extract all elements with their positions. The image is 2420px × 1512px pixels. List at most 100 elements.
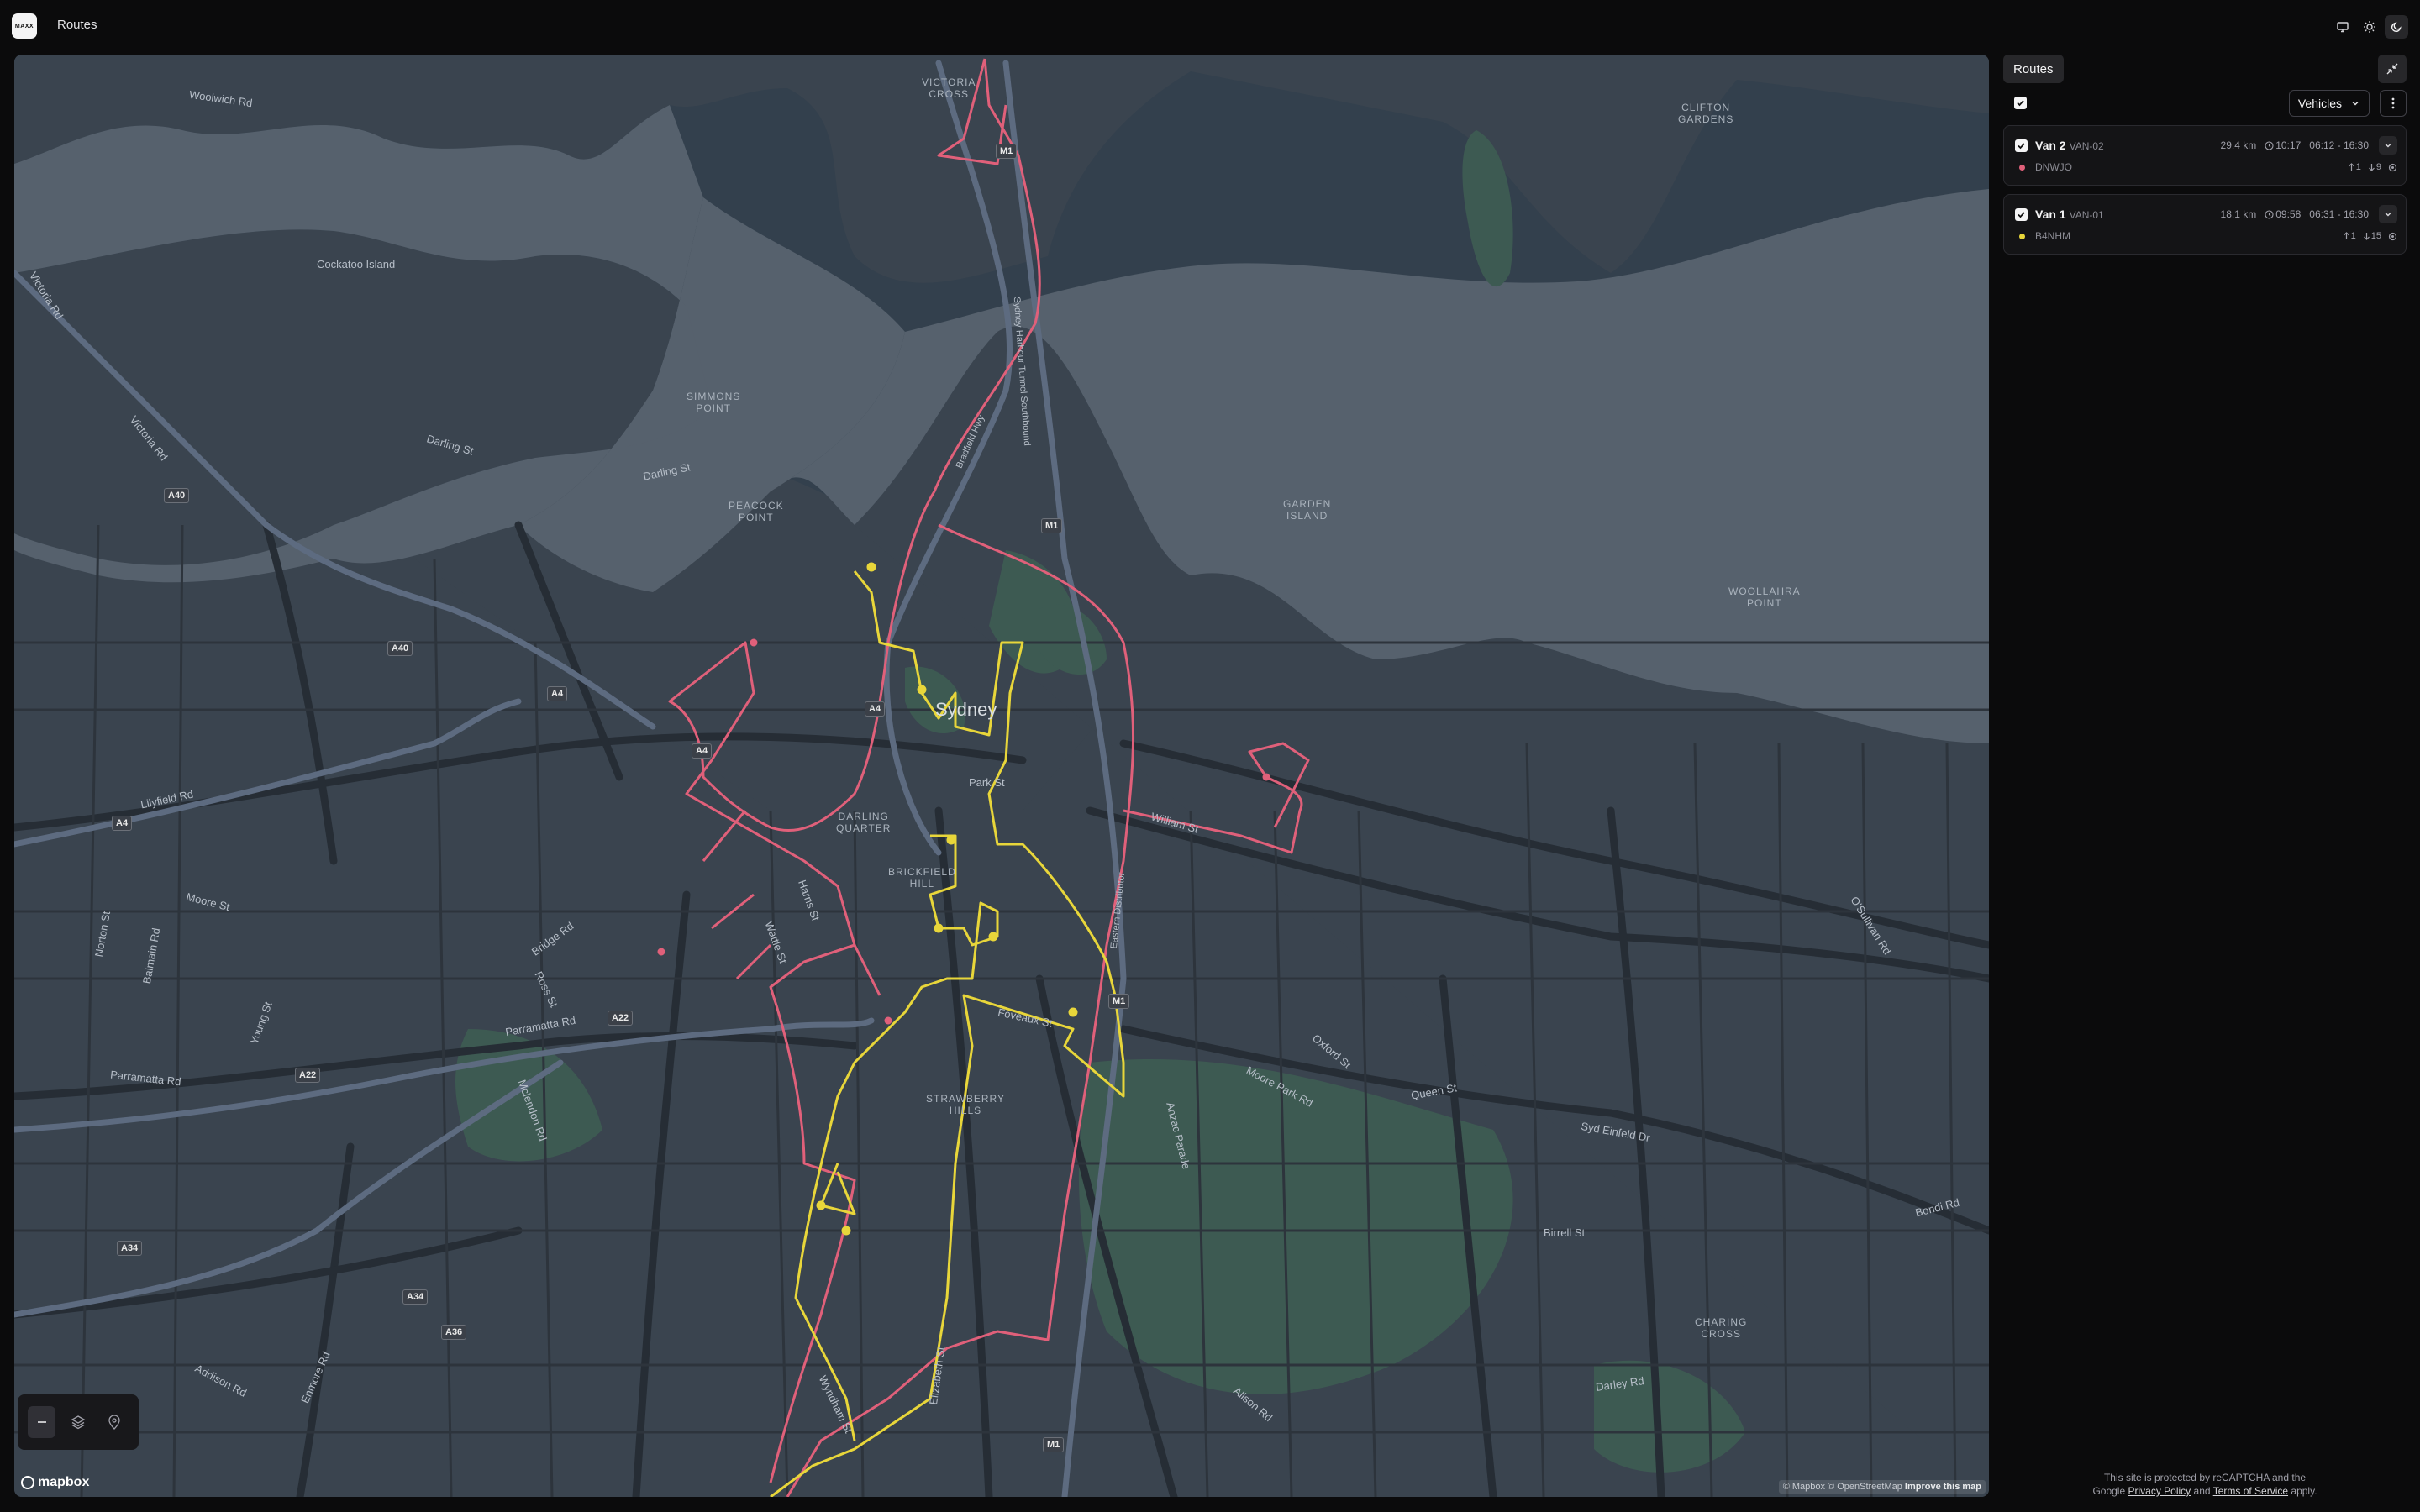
arrow-up-icon <box>2343 232 2349 239</box>
terms-of-service-link[interactable]: Terms of Service <box>2213 1485 2288 1497</box>
attribution-text: © Mapbox © OpenStreetMap <box>1782 1482 1902 1492</box>
route-time-window: 06:31 - 16:30 <box>2309 208 2369 220</box>
route-color-dot <box>2019 165 2025 171</box>
improve-map-link[interactable]: Improve this map <box>1905 1482 1981 1492</box>
route-duration: 09:58 <box>2265 208 2301 220</box>
route-name-text: Van 2 <box>2035 139 2066 152</box>
check-icon <box>2017 100 2024 107</box>
pickup-count-text: 1 <box>2355 162 2361 172</box>
mapbox-wordmark: mapbox <box>38 1475 90 1489</box>
app-logo[interactable]: MAXX <box>12 13 37 39</box>
map-label-garden-island: GARDEN ISLAND <box>1283 498 1332 522</box>
privacy-policy-link[interactable]: Privacy Policy <box>2128 1485 2191 1497</box>
theme-switcher <box>2331 15 2408 39</box>
route-code: VAN-01 <box>2069 209 2104 221</box>
map-label-cockatoo-island: Cockatoo Island <box>317 258 396 270</box>
route-stats: 18.1 km 09:58 06:31 - 16:30 <box>2221 208 2369 220</box>
moon-icon[interactable] <box>2385 15 2408 39</box>
chevron-down-icon <box>2385 212 2391 217</box>
route-map[interactable]: VICTORIA CROSS CLIFTON GARDENS Woolwich … <box>14 55 1989 1497</box>
check-icon <box>2018 143 2025 150</box>
shield-a4: A4 <box>865 701 886 717</box>
pickup-count-text: 1 <box>2350 231 2356 241</box>
select-all-checkbox[interactable] <box>2014 97 2027 109</box>
target-icon[interactable] <box>2388 163 2397 172</box>
minimize-icon[interactable] <box>28 1406 56 1438</box>
mapbox-logo[interactable]: mapbox <box>21 1475 89 1490</box>
map-label-woollahra-point: WOOLLAHRA POINT <box>1728 585 1801 609</box>
layers-icon[interactable] <box>64 1406 92 1438</box>
vehicles-select[interactable]: Vehicles <box>2288 90 2370 117</box>
mapbox-mark-icon <box>21 1476 34 1489</box>
map-label-charing-cross: CHARING CROSS <box>1695 1316 1748 1340</box>
expand-route-button[interactable] <box>2379 136 2397 155</box>
map-label-park-st: Park St <box>969 776 1005 789</box>
route-checkbox[interactable] <box>2015 208 2028 221</box>
route-name: Van 1 VAN-01 <box>2035 207 2104 221</box>
minimize-arrows-icon <box>2386 63 2398 75</box>
map-label-birrell-st: Birrell St <box>1544 1226 1586 1239</box>
route-name-text: Van 1 <box>2035 207 2066 221</box>
sun-icon[interactable] <box>2358 15 2381 39</box>
shield-a4: A4 <box>547 686 568 701</box>
routes-panel: Routes Vehicles Van 2 VAN-02 29.4 km 10:1… <box>2003 55 2407 1497</box>
dropoff-count: 9 <box>2368 162 2381 172</box>
shield-a4: A4 <box>692 743 713 759</box>
shield-m1: M1 <box>1108 994 1130 1009</box>
map-label-clifton-gardens: CLIFTON GARDENS <box>1678 102 1734 125</box>
vehicle-plate: B4NHM <box>2035 230 2071 242</box>
shield-a40: A40 <box>164 488 190 503</box>
shield-m1: M1 <box>1043 1437 1065 1452</box>
pickup-count: 1 <box>2343 231 2356 241</box>
map-label-darling-quarter: DARLING QUARTER <box>836 811 892 834</box>
route-card-van-2[interactable]: Van 2 VAN-02 29.4 km 10:17 06:12 - 16:30 … <box>2003 125 2407 186</box>
route-distance: 29.4 km <box>2220 139 2257 151</box>
dropoff-count-text: 9 <box>2375 162 2381 172</box>
page-title: Routes <box>57 18 97 32</box>
target-icon[interactable] <box>2388 232 2397 241</box>
shield-a34: A34 <box>117 1241 143 1256</box>
route-stats: 29.4 km 10:17 06:12 - 16:30 <box>2221 139 2369 151</box>
map-label-brickfield-hill: BRICKFIELD HILL <box>888 866 956 890</box>
clock-icon <box>2265 140 2274 150</box>
collapse-panel-button[interactable] <box>2378 55 2407 83</box>
expand-route-button[interactable] <box>2379 205 2397 223</box>
recaptcha-line-2: Google Privacy Policy and Terms of Servi… <box>2003 1484 2407 1498</box>
monitor-icon[interactable] <box>2331 15 2354 39</box>
pickup-count: 1 <box>2348 162 2361 172</box>
route-distance: 18.1 km <box>2220 208 2257 220</box>
location-pin-icon[interactable] <box>101 1406 129 1438</box>
route-card-van-1[interactable]: Van 1 VAN-01 18.1 km 09:58 06:31 - 16:30 … <box>2003 194 2407 255</box>
more-options-button[interactable] <box>2380 90 2407 117</box>
route-name: Van 2 VAN-02 <box>2035 139 2104 152</box>
route-color-dot <box>2019 234 2025 239</box>
chevron-down-icon <box>2385 143 2391 148</box>
route-time-window: 06:12 - 16:30 <box>2309 139 2369 151</box>
tab-routes[interactable]: Routes <box>2003 55 2064 83</box>
vehicles-select-label: Vehicles <box>2297 97 2342 110</box>
more-vertical-icon <box>2391 97 2395 109</box>
route-stop-counts: 1 9 <box>2348 162 2397 172</box>
recaptcha-and: and <box>2193 1485 2211 1497</box>
route-duration-text: 10:17 <box>2275 139 2302 151</box>
shield-a22: A22 <box>608 1011 634 1026</box>
arrow-up-icon <box>2348 163 2354 171</box>
map-controls <box>18 1394 139 1450</box>
route-checkbox[interactable] <box>2015 139 2028 152</box>
shield-a36: A36 <box>441 1325 467 1340</box>
shield-a34: A34 <box>402 1289 429 1305</box>
shield-m1: M1 <box>1041 518 1063 533</box>
recaptcha-notice: This site is protected by reCAPTCHA and … <box>2003 1471 2407 1498</box>
route-code: VAN-02 <box>2069 140 2104 152</box>
top-bar: MAXX Routes <box>0 0 2420 54</box>
shield-a22: A22 <box>295 1068 321 1083</box>
check-icon <box>2018 212 2025 218</box>
route-duration: 10:17 <box>2265 139 2301 151</box>
map-label-sydney: Sydney <box>935 699 997 720</box>
vehicle-plate: DNWJO <box>2035 161 2072 173</box>
dropoff-count: 15 <box>2363 231 2381 241</box>
route-duration-text: 09:58 <box>2275 208 2302 220</box>
route-stop-counts: 1 15 <box>2343 231 2397 241</box>
recaptcha-line-1: This site is protected by reCAPTCHA and … <box>2103 1472 2307 1483</box>
shield-a40: A40 <box>387 641 413 656</box>
